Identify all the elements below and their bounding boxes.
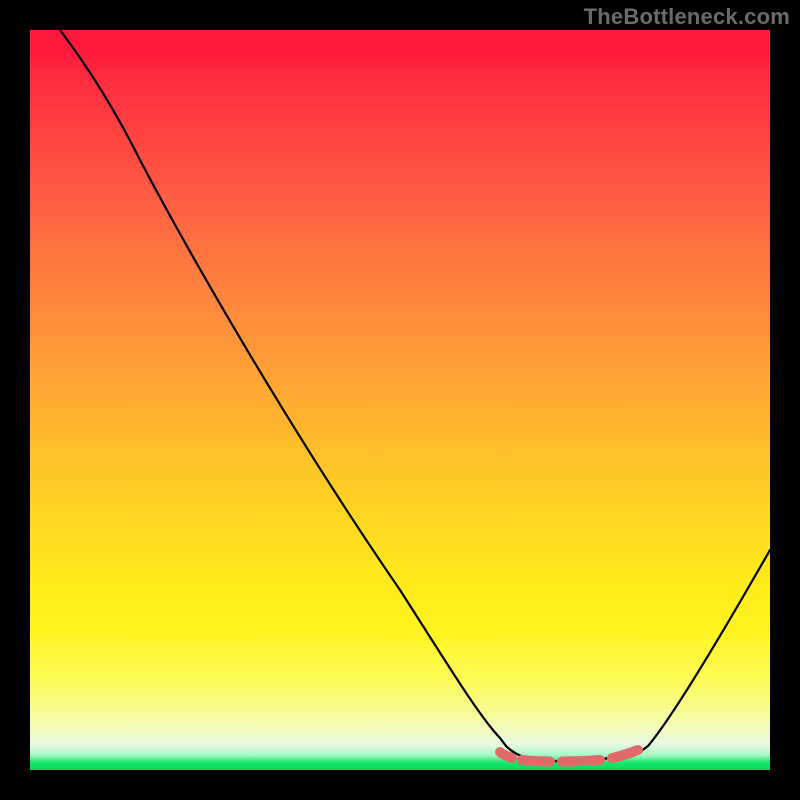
curve-path: [60, 30, 770, 761]
plot-area: [30, 30, 770, 770]
watermark-text: TheBottleneck.com: [584, 4, 790, 30]
optimal-zone-marker: [500, 750, 638, 762]
bottleneck-curve: [30, 30, 770, 770]
chart-frame: TheBottleneck.com: [0, 0, 800, 800]
